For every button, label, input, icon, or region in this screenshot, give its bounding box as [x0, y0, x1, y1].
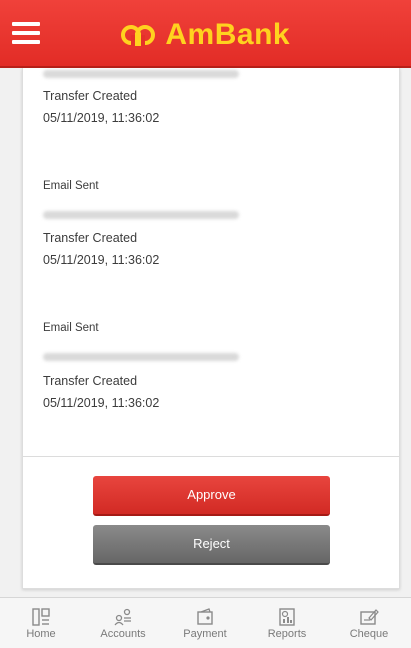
log-status: Transfer Created — [43, 231, 138, 245]
reject-button[interactable]: Reject — [93, 525, 330, 565]
log-event: Email Sent — [43, 180, 99, 192]
nav-label: Payment — [183, 628, 227, 640]
activity-log[interactable]: Transfer Created 05/11/2019, 11:36:02 Em… — [23, 68, 399, 456]
masked-email — [43, 211, 239, 219]
nav-label: Home — [26, 628, 56, 640]
brand-name: AmBank — [165, 18, 291, 51]
nav-item-payment[interactable]: Payment — [164, 602, 246, 648]
nav-label: Reports — [267, 628, 307, 640]
reports-icon — [279, 608, 295, 626]
log-timestamp: 05/11/2019, 11:36:02 — [43, 111, 160, 125]
accounts-icon — [114, 608, 131, 626]
bottom-nav: Home Accounts Payment Reports Cheque — [0, 597, 411, 648]
approve-button[interactable]: Approve — [93, 476, 330, 516]
cheque-icon — [360, 609, 379, 625]
log-status: Transfer Created — [43, 374, 138, 388]
approval-card: Transfer Created 05/11/2019, 11:36:02 Em… — [22, 68, 400, 589]
nav-label: Accounts — [100, 628, 146, 640]
payment-icon — [197, 608, 213, 625]
masked-email — [43, 70, 239, 78]
nav-item-accounts[interactable]: Accounts — [82, 602, 164, 648]
nav-item-home[interactable]: Home — [0, 602, 82, 648]
ambank-logo-icon — [120, 25, 155, 46]
app-screen: AmBank Transfer Created 05/11/2019, 11:3… — [0, 0, 411, 648]
app-header: AmBank — [0, 0, 411, 68]
nav-label: Cheque — [349, 628, 389, 640]
nav-item-reports[interactable]: Reports — [246, 602, 328, 648]
log-status: Transfer Created — [43, 89, 138, 103]
log-event: Email Sent — [43, 322, 99, 334]
masked-email — [43, 353, 239, 361]
ambank-logo: AmBank — [0, 18, 411, 52]
divider — [23, 456, 399, 457]
home-icon — [32, 608, 50, 626]
log-timestamp: 05/11/2019, 11:36:02 — [43, 253, 160, 267]
nav-item-cheque[interactable]: Cheque — [328, 602, 410, 648]
log-timestamp: 05/11/2019, 11:36:02 — [43, 396, 160, 410]
